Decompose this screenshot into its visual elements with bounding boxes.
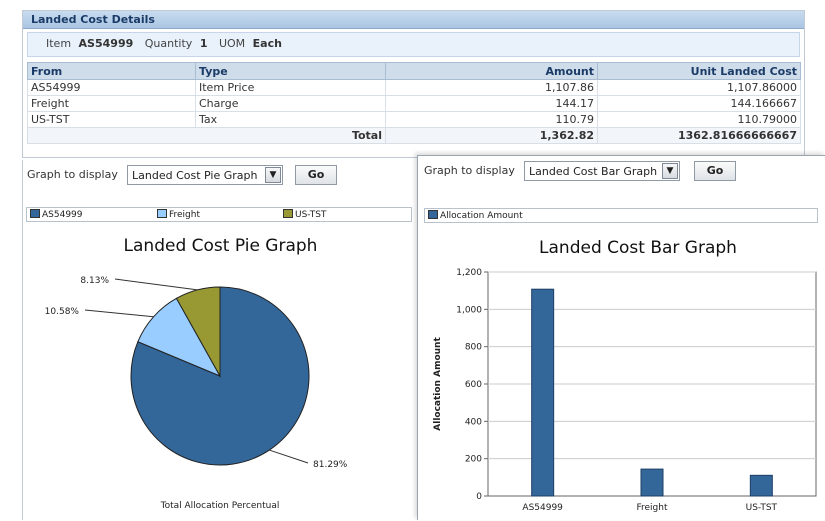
chevron-down-icon[interactable]: ▼ [662,163,678,179]
quantity-value: 1 [199,37,208,50]
pie-legend: AS54999 Freight US-TST [26,207,412,222]
go-button[interactable]: Go [694,161,736,181]
y-tick-label: 0 [476,492,482,502]
go-button[interactable]: Go [295,165,337,185]
column-header-type: Type [195,62,386,80]
pie-graph-panel: Graph to display Landed Cost Pie Graph ▼… [22,160,417,520]
y-tick-label: 1,000 [456,305,482,315]
landed-cost-table: From Type Amount Unit Landed Cost AS5499… [27,62,801,144]
cell-amount: 110.79 [385,111,598,128]
cell-type: Charge [195,95,386,112]
legend-label: AS54999 [42,210,83,220]
column-header-amount: Amount [385,62,598,80]
cell-type: Item Price [195,79,386,96]
legend-item: US-TST [283,209,326,220]
bar-us-tst [749,474,773,497]
cell-unit-landed-cost: 1,107.86000 [597,79,801,96]
total-label: Total [27,127,386,144]
landed-cost-details-panel: Landed Cost Details Item AS54999 Quantit… [22,10,805,158]
cell-amount: 1,107.86 [385,79,598,96]
y-tick-label: 200 [465,455,482,465]
graph-select[interactable]: Landed Cost Bar Graph ▼ [524,161,680,181]
cell-amount: 144.17 [385,95,598,112]
y-tick-label: 600 [465,380,482,390]
uom-value: Each [252,37,282,50]
graph-select[interactable]: Landed Cost Pie Graph ▼ [127,165,283,185]
bar-graph-panel: Graph to display Landed Cost Bar Graph ▼… [417,155,825,520]
uom-label: UOM [218,37,246,50]
y-axis-label: Allocation Amount [433,337,443,431]
cell-from: AS54999 [27,79,196,96]
legend-swatch [30,209,40,218]
table-row: Freight Charge 144.17 144.166667 [27,95,801,112]
pie-data-label: 8.13% [80,276,109,286]
total-amount: 1,362.82 [385,127,598,144]
column-header-from: From [27,62,196,80]
pie-leader-line [84,309,154,318]
x-tick-label: AS54999 [522,503,563,513]
pie-caption: Total Allocation Percentual [160,501,280,511]
legend-item: Freight [157,209,200,220]
column-header-unit-landed-cost: Unit Landed Cost [597,62,801,80]
legend-swatch [428,210,438,219]
legend-item: AS54999 [30,209,83,220]
cell-unit-landed-cost: 110.79000 [597,111,801,128]
legend-label: US-TST [295,210,327,220]
x-tick-label: Freight [636,503,667,513]
bar-chart: 0 200 400 600 800 1,000 1,200 Allocation Amount… [433,268,817,513]
cell-from: US-TST [27,111,196,128]
graph-select-value: Landed Cost Pie Graph [132,169,258,182]
bar-legend: Allocation Amount [424,208,818,223]
total-unit-landed-cost: 1362.81666666667 [597,127,801,144]
pie-chart-title: Landed Cost Pie Graph [123,236,318,256]
total-row: Total 1,362.82 1362.81666666667 [27,127,801,144]
graph-select-value: Landed Cost Bar Graph [529,165,658,178]
cell-unit-landed-cost: 144.166667 [597,95,801,112]
item-summary: Item AS54999 Quantity 1 UOM Each [27,32,800,57]
pie-data-label: 10.58% [45,307,80,317]
y-tick-label: 1,200 [456,268,482,278]
table-row: US-TST Tax 110.79 110.79000 [27,111,801,128]
pie-leader-line [269,449,309,464]
y-tick-label: 800 [465,343,482,353]
bar-freight [640,468,664,497]
cell-from: Freight [27,95,196,112]
graph-to-display-label: Graph to display [424,164,515,177]
legend-item: Allocation Amount [428,210,523,221]
legend-swatch [283,209,293,218]
legend-label: Freight [169,210,201,220]
item-value: AS54999 [78,37,134,50]
panel-title: Landed Cost Details [23,11,804,29]
legend-label: Allocation Amount [440,211,523,221]
legend-swatch [157,209,167,218]
bar-chart-title: Landed Cost Bar Graph [539,238,737,258]
pie-leader-line [114,278,198,291]
bar-as54999 [531,288,555,497]
cell-type: Tax [195,111,386,128]
pie-data-label: 81.29% [313,460,348,470]
pie-chart: 81.29% 10.58% 8.13% Total Allocation Percen… [45,276,348,511]
item-label: Item [46,37,72,50]
x-tick-label: US-TST [746,503,778,513]
y-tick-label: 400 [465,417,482,427]
graph-to-display-label: Graph to display [27,168,118,181]
chevron-down-icon[interactable]: ▼ [265,167,281,183]
quantity-label: Quantity [144,37,193,50]
table-row: AS54999 Item Price 1,107.86 1,107.86000 [27,79,801,96]
